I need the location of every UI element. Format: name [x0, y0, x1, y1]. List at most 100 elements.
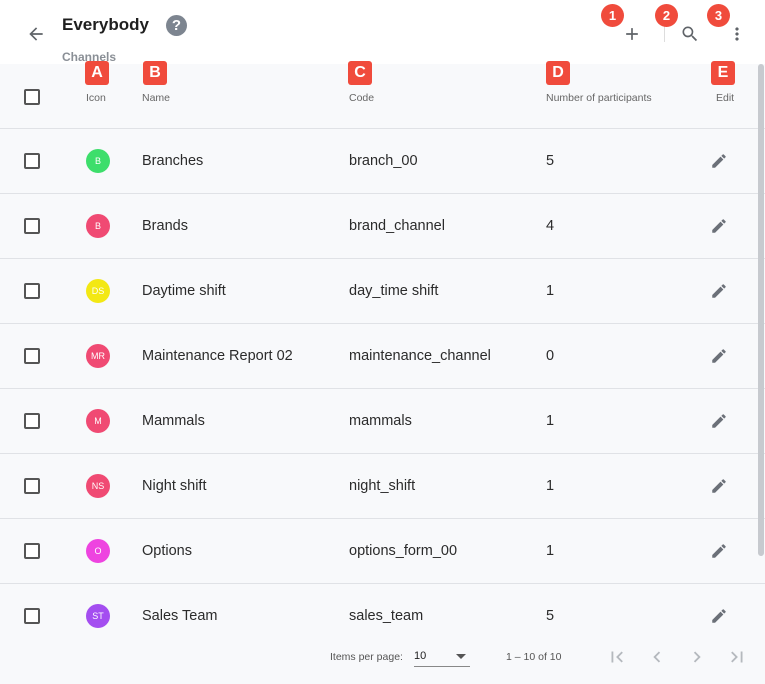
column-header-participants[interactable]: Number of participants — [546, 92, 652, 104]
scrollbar-thumb[interactable] — [758, 64, 764, 556]
column-header-code[interactable]: Code — [349, 92, 374, 104]
row-checkbox[interactable] — [24, 413, 40, 429]
add-channel-button[interactable] — [620, 22, 644, 46]
next-page-button[interactable] — [685, 645, 709, 669]
edit-button[interactable] — [709, 476, 729, 496]
channel-avatar: DS — [86, 279, 110, 303]
help-icon[interactable]: ? — [166, 15, 187, 36]
previous-page-button[interactable] — [645, 645, 669, 669]
app-header: Everybody ? Channels — [0, 0, 765, 64]
annotation-marker-a: A — [85, 61, 109, 85]
last-page-button[interactable] — [725, 645, 749, 669]
row-checkbox[interactable] — [24, 478, 40, 494]
edit-button[interactable] — [709, 606, 729, 626]
row-checkbox[interactable] — [24, 153, 40, 169]
edit-button[interactable] — [709, 216, 729, 236]
items-per-page-select[interactable]: 10 — [414, 645, 470, 667]
channel-code: night_shift — [349, 478, 416, 494]
channel-code: day_time shift — [349, 283, 439, 299]
pencil-icon — [712, 349, 726, 363]
page-title: Everybody — [62, 15, 149, 34]
chevron-down-icon — [456, 654, 466, 659]
table-row[interactable]: B Brands brand_channel 4 — [0, 194, 765, 259]
pencil-icon — [712, 284, 726, 298]
pencil-icon — [712, 479, 726, 493]
last-page-icon — [731, 651, 743, 663]
pencil-icon — [712, 219, 726, 233]
edit-button[interactable] — [709, 541, 729, 561]
plus-icon — [626, 28, 638, 40]
channel-name: Sales Team — [142, 608, 218, 624]
vertical-scrollbar[interactable] — [757, 64, 765, 636]
pencil-icon — [712, 544, 726, 558]
annotation-marker-e: E — [711, 61, 735, 85]
edit-button[interactable] — [709, 281, 729, 301]
channel-name: Maintenance Report 02 — [142, 348, 293, 364]
channel-avatar: O — [86, 539, 110, 563]
channel-code: brand_channel — [349, 218, 445, 234]
channels-table: Icon Name Code Number of participants Ed… — [0, 64, 765, 636]
channel-avatar: MR — [86, 344, 110, 368]
first-page-button[interactable] — [605, 645, 629, 669]
channel-name: Daytime shift — [142, 283, 226, 299]
channel-code: maintenance_channel — [349, 348, 491, 364]
table-row[interactable]: O Options options_form_00 1 — [0, 519, 765, 584]
pencil-icon — [712, 609, 726, 623]
back-button[interactable] — [22, 20, 50, 48]
table-row[interactable]: ST Sales Team sales_team 5 — [0, 584, 765, 636]
participant-count: 0 — [546, 348, 555, 364]
channel-name: Branches — [142, 153, 204, 169]
channel-code: branch_00 — [349, 153, 418, 169]
channel-code: options_form_00 — [349, 543, 458, 559]
channel-code: sales_team — [349, 608, 424, 624]
participant-count: 4 — [546, 218, 555, 234]
table-row[interactable]: B Branches branch_00 5 — [0, 129, 765, 194]
table-row[interactable]: NS Night shift night_shift 1 — [0, 454, 765, 519]
arrow-left-icon — [29, 27, 43, 41]
channel-name: Options — [142, 543, 192, 559]
participant-count: 1 — [546, 543, 555, 559]
channel-code: mammals — [349, 413, 412, 429]
row-checkbox[interactable] — [24, 218, 40, 234]
table-header: Icon Name Code Number of participants Ed… — [0, 64, 765, 129]
participant-count: 1 — [546, 283, 555, 299]
annotation-marker-1: 1 — [601, 4, 624, 27]
pagination-bar: Items per page: 10 1 – 10 of 10 — [0, 636, 765, 684]
row-checkbox[interactable] — [24, 283, 40, 299]
first-page-icon — [611, 651, 623, 663]
annotation-marker-d: D — [546, 61, 570, 85]
table-row[interactable]: M Mammals mammals 1 — [0, 389, 765, 454]
participant-count: 5 — [546, 153, 555, 169]
channel-avatar: ST — [86, 604, 110, 628]
participant-count: 5 — [546, 608, 555, 624]
edit-button[interactable] — [709, 346, 729, 366]
annotation-marker-3: 3 — [707, 4, 730, 27]
items-per-page-value: 10 — [414, 650, 427, 662]
table-row[interactable]: MR Maintenance Report 02 maintenance_chann… — [0, 324, 765, 389]
row-checkbox[interactable] — [24, 608, 40, 624]
prev-page-icon — [653, 651, 661, 663]
channel-name: Mammals — [142, 413, 205, 429]
annotation-marker-2: 2 — [655, 4, 678, 27]
participant-count: 1 — [546, 413, 555, 429]
pagination-range: 1 – 10 of 10 — [506, 651, 562, 663]
search-button[interactable] — [678, 22, 702, 46]
more-vert-icon — [735, 27, 739, 41]
row-checkbox[interactable] — [24, 348, 40, 364]
edit-button[interactable] — [709, 411, 729, 431]
edit-button[interactable] — [709, 151, 729, 171]
channel-avatar: M — [86, 409, 110, 433]
column-header-edit: Edit — [716, 92, 735, 104]
next-page-icon — [693, 651, 701, 663]
more-options-button[interactable] — [725, 22, 749, 46]
participant-count: 1 — [546, 478, 555, 494]
column-header-name[interactable]: Name — [142, 92, 170, 104]
table-row[interactable]: DS Daytime shift day_time shift 1 — [0, 259, 765, 324]
select-all-checkbox[interactable] — [24, 89, 40, 105]
row-checkbox[interactable] — [24, 543, 40, 559]
pencil-icon — [712, 414, 726, 428]
channel-avatar: B — [86, 214, 110, 238]
items-per-page-label: Items per page: — [330, 651, 403, 663]
channel-name: Brands — [142, 218, 188, 234]
annotation-marker-b: B — [143, 61, 167, 85]
